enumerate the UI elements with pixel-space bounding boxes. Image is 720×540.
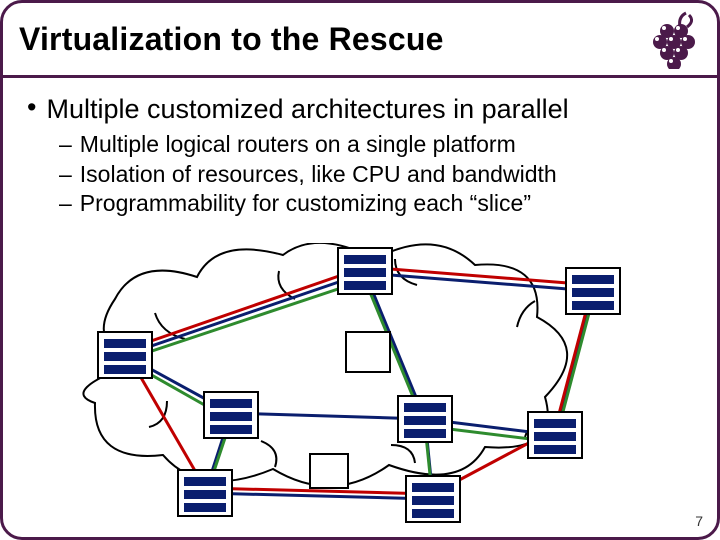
slide-frame: Virtualization to the Rescue • Mul xyxy=(0,0,720,540)
router-node xyxy=(397,395,453,443)
router-node xyxy=(177,469,233,517)
bullet-1-text: Multiple customized architectures in par… xyxy=(46,94,568,125)
grapes-logo-icon xyxy=(631,9,701,69)
bullet-dot-icon: • xyxy=(27,94,36,125)
router-node-empty xyxy=(345,331,391,373)
network-diagram xyxy=(65,243,661,513)
content-area: • Multiple customized architectures in p… xyxy=(3,78,717,218)
bullet-dash-icon: – xyxy=(59,131,72,159)
router-node xyxy=(565,267,621,315)
bullet-level-2: – Programmability for customizing each “… xyxy=(59,190,693,218)
router-node xyxy=(405,475,461,523)
page-number: 7 xyxy=(695,513,703,529)
bullet-dash-icon: – xyxy=(59,161,72,189)
bullet-dash-icon: – xyxy=(59,190,72,218)
router-node-empty xyxy=(309,453,349,489)
bullet-2c-text: Programmability for customizing each “sl… xyxy=(80,190,531,218)
slide-title: Virtualization to the Rescue xyxy=(3,21,444,58)
sub-bullet-list: – Multiple logical routers on a single p… xyxy=(59,131,693,218)
router-node xyxy=(337,247,393,295)
router-node xyxy=(527,411,583,459)
title-bar: Virtualization to the Rescue xyxy=(3,3,717,78)
router-node xyxy=(203,391,259,439)
bullet-level-1: • Multiple customized architectures in p… xyxy=(27,94,693,125)
bullet-2a-text: Multiple logical routers on a single pla… xyxy=(80,131,516,159)
bullet-2b-text: Isolation of resources, like CPU and ban… xyxy=(80,161,557,189)
bullet-level-2: – Isolation of resources, like CPU and b… xyxy=(59,161,693,189)
bullet-level-2: – Multiple logical routers on a single p… xyxy=(59,131,693,159)
router-node xyxy=(97,331,153,379)
